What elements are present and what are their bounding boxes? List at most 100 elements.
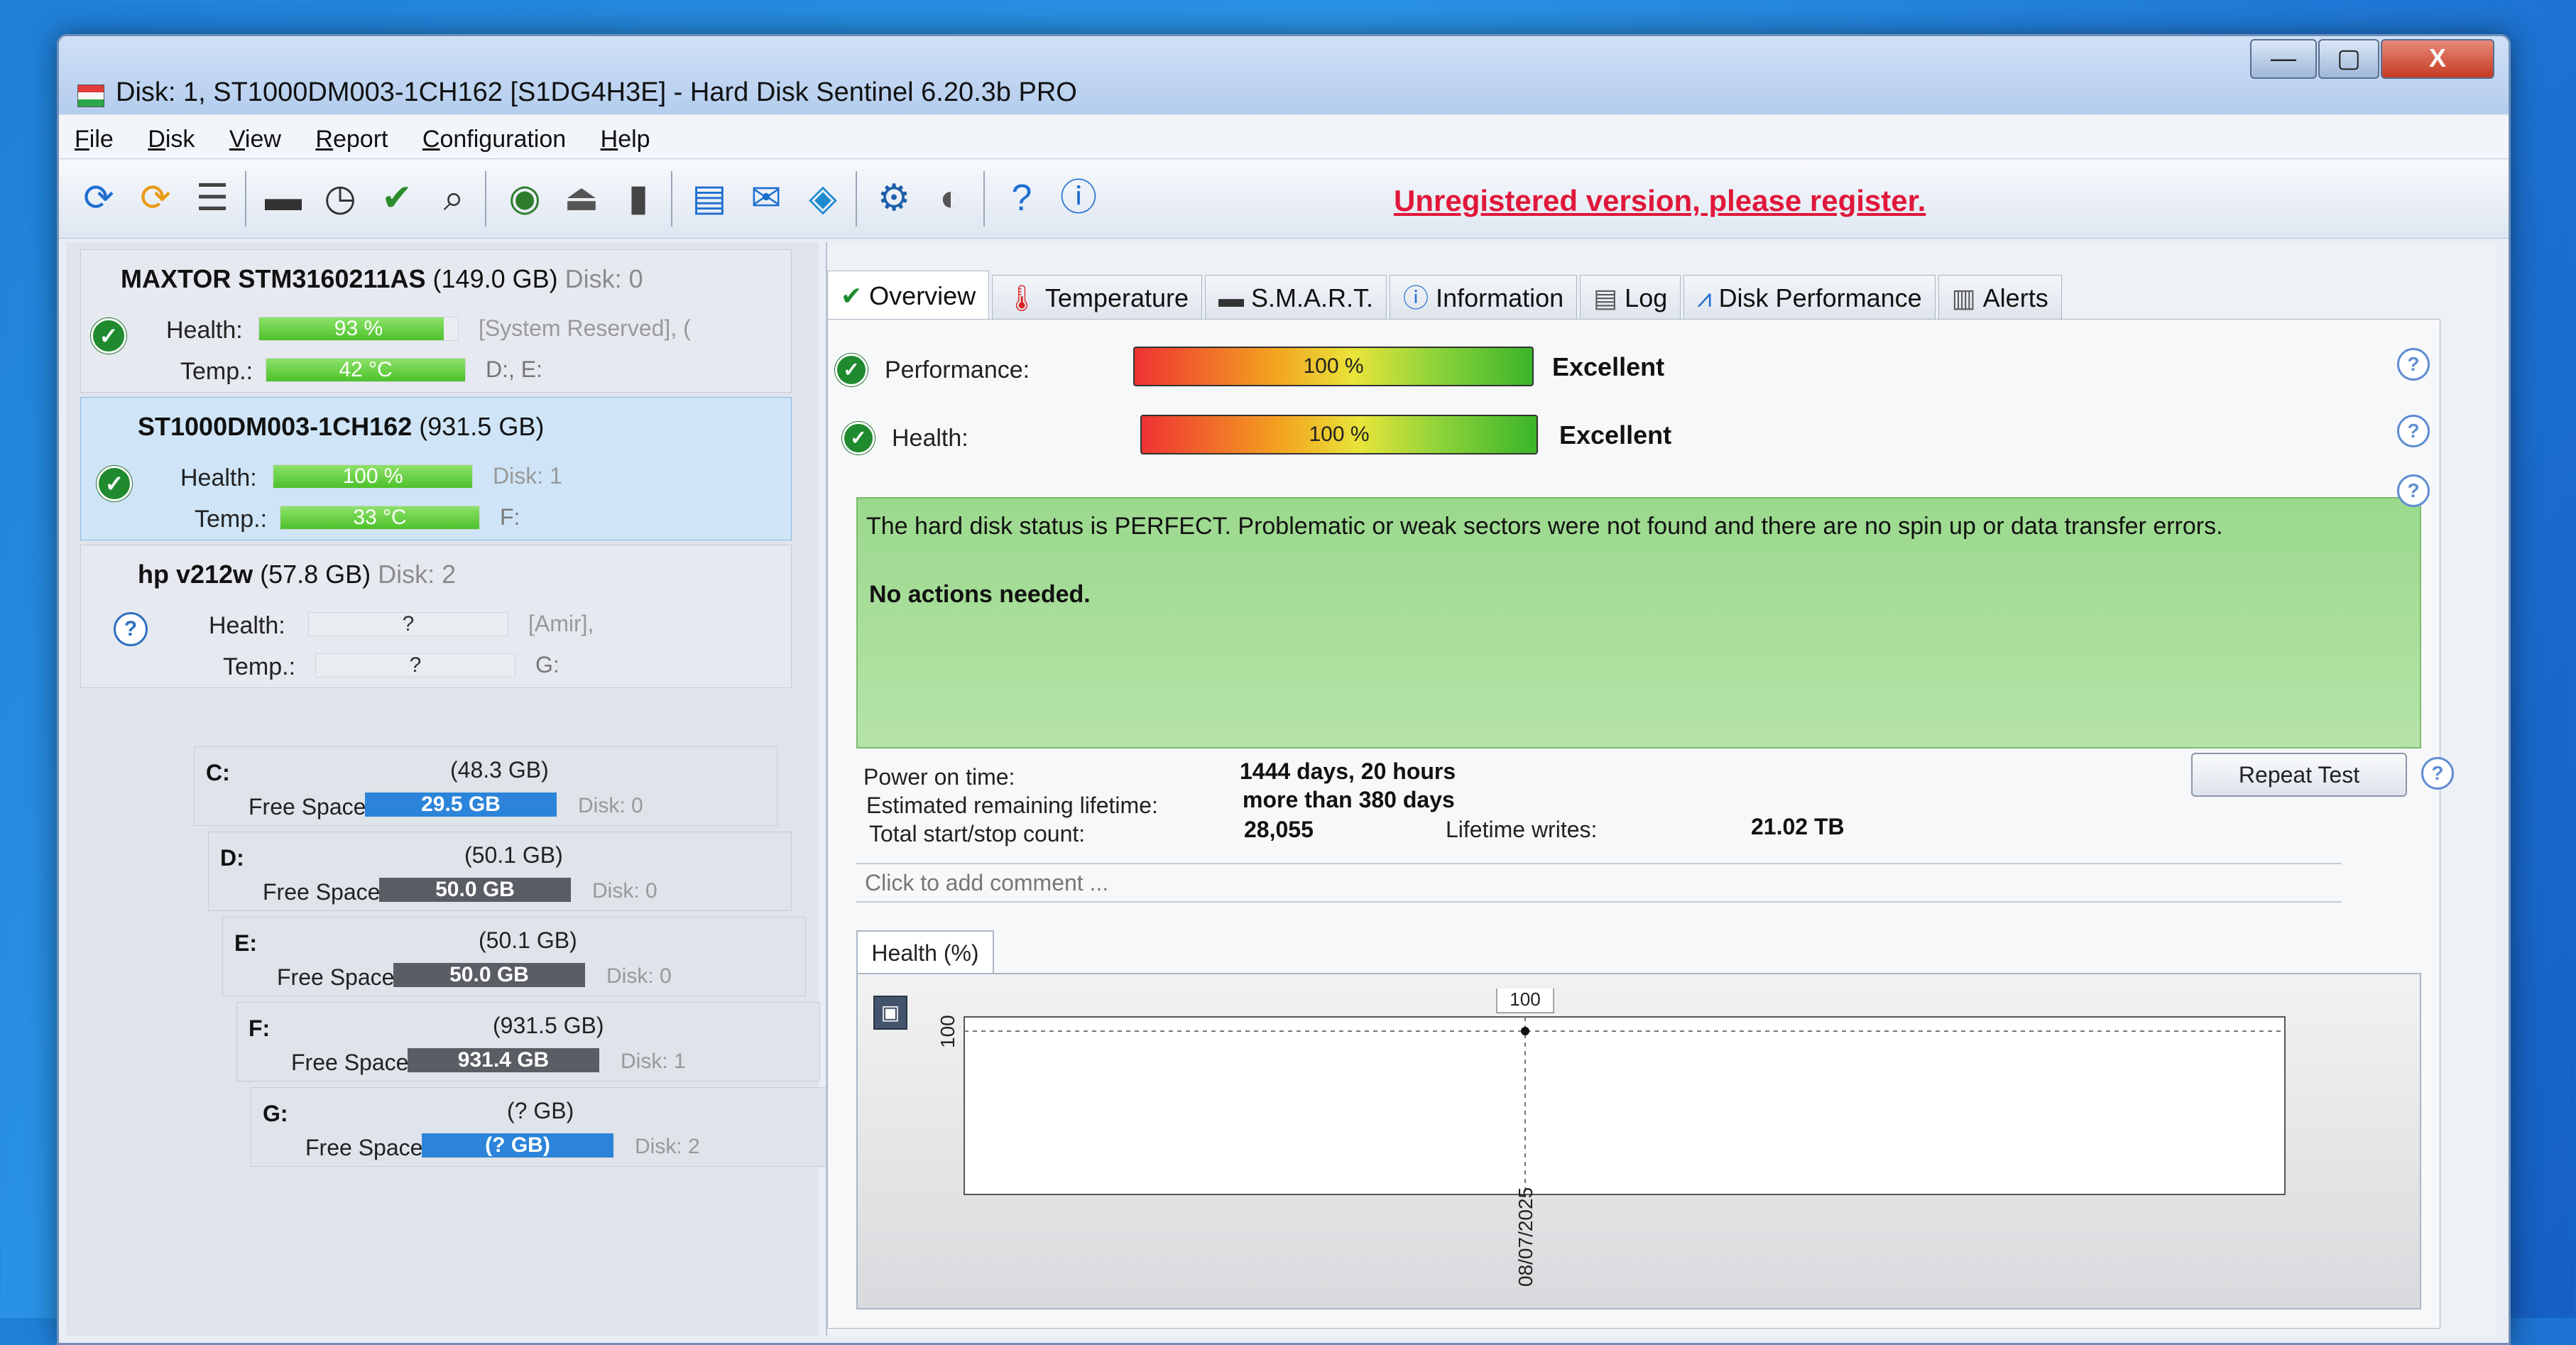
- menu-file[interactable]: File: [59, 116, 129, 153]
- disk-card-2[interactable]: hp v212w (57.8 GB) Disk: 2 ? Health: ? […: [80, 545, 792, 688]
- web-report-icon[interactable]: ◈: [797, 173, 848, 224]
- report-icon[interactable]: ▤: [684, 173, 735, 224]
- menu-report[interactable]: Report: [300, 116, 403, 153]
- tab-label: Temperature: [1044, 283, 1189, 312]
- temp-bar: ?: [315, 653, 515, 677]
- start-stop-value: 28,055: [1244, 817, 1314, 842]
- repeat-test-button[interactable]: Repeat Test: [2191, 753, 2407, 797]
- disk-check-icon[interactable]: ✔: [371, 173, 422, 224]
- health-rating: Excellent: [1559, 420, 1672, 450]
- disk-title: hp v212w (57.8 GB) Disk: 2: [138, 560, 456, 589]
- tab-temperature[interactable]: 🌡 Temperature: [992, 275, 1203, 321]
- comment-input[interactable]: Click to add comment ...: [856, 863, 2342, 903]
- free-space-label: Free Space: [263, 879, 381, 905]
- disk-surface-test-icon[interactable]: ▬: [258, 173, 309, 224]
- y-tick-label: 100: [937, 1015, 959, 1048]
- free-space-bar: 50.0 GB: [393, 963, 585, 987]
- menu-help[interactable]: Help: [585, 116, 666, 153]
- health-value: 100 %: [1309, 423, 1370, 446]
- temp-bar: 42 °C: [266, 358, 466, 382]
- volume-card-g[interactable]: G: (? GB) Free Space (? GB) Disk: 2: [251, 1087, 834, 1167]
- health-label: Health:: [892, 425, 968, 452]
- tab-smart[interactable]: ▬ S.M.A.R.T.: [1205, 275, 1387, 321]
- log-document-icon: ▤: [1593, 283, 1618, 312]
- volume-disk: Disk: 2: [635, 1135, 700, 1158]
- status-recommendation: No actions needed.: [869, 581, 1091, 608]
- volume-card-d[interactable]: D: (50.1 GB) Free Space 50.0 GB Disk: 0: [208, 832, 792, 911]
- temp-info: G:: [535, 652, 560, 677]
- sound-icon[interactable]: ◐: [925, 173, 976, 224]
- remaining-lifetime-value: more than 380 days: [1243, 787, 1455, 812]
- tab-disk-performance[interactable]: ⩘ Disk Performance: [1683, 275, 1936, 321]
- minimize-button[interactable]: —: [2250, 39, 2317, 79]
- tab-overview[interactable]: ✔ Overview: [827, 271, 990, 321]
- disk-list-icon[interactable]: ☰: [187, 173, 238, 224]
- volume-letter: G:: [263, 1101, 288, 1126]
- app-window: Disk: 1, ST1000DM003-1CH162 [S1DG4H3E] -…: [57, 34, 2511, 1345]
- health-info: Disk: 1: [493, 463, 562, 489]
- ok-check-icon: ✔: [841, 281, 863, 310]
- help-icon[interactable]: ?: [996, 173, 1047, 224]
- performance-label: Performance:: [885, 356, 1030, 383]
- settings-gear-icon[interactable]: ⚙: [868, 173, 919, 224]
- temp-value: ?: [409, 653, 422, 677]
- close-button[interactable]: X: [2381, 39, 2494, 79]
- chart-tab-health[interactable]: Health (%): [856, 930, 994, 974]
- disk-card-1[interactable]: ST1000DM003-1CH162 (931.5 GB) ✓ Health: …: [80, 397, 792, 540]
- health-label: Health:: [209, 612, 285, 639]
- free-space-bar: (? GB): [422, 1133, 613, 1158]
- temp-label: Temp.:: [223, 653, 296, 680]
- refresh-warning-icon[interactable]: ⟳: [130, 173, 181, 224]
- email-icon[interactable]: ✉: [741, 173, 792, 224]
- menu-configuration[interactable]: Configuration: [407, 116, 582, 153]
- help-icon[interactable]: ?: [2397, 415, 2430, 447]
- disk-schedule-icon[interactable]: ◷: [315, 173, 366, 224]
- title-bar[interactable]: Disk: 1, ST1000DM003-1CH162 [S1DG4H3E] -…: [59, 36, 2509, 114]
- free-space-bar: 29.5 GB: [365, 793, 557, 817]
- disk-card-0[interactable]: MAXTOR STM3160211AS (149.0 GB) Disk: 0 ✓…: [80, 249, 792, 393]
- volume-size: (931.5 GB): [493, 1013, 604, 1038]
- tab-alerts[interactable]: ▥ Alerts: [1938, 275, 2062, 321]
- volume-size: (48.3 GB): [450, 757, 549, 783]
- health-value: ?: [402, 612, 415, 636]
- menu-disk[interactable]: Disk: [132, 116, 210, 153]
- health-bar: 100 %: [273, 464, 473, 489]
- volume-card-f[interactable]: F: (931.5 GB) Free Space 931.4 GB Disk: …: [236, 1002, 820, 1082]
- details-panel: ✔ Overview 🌡 Temperature ▬ S.M.A.R.T. ⓘ Informa…: [826, 242, 2496, 1336]
- register-link[interactable]: Unregistered version, please register.: [1394, 184, 1926, 218]
- volume-size: (50.1 GB): [464, 842, 563, 868]
- refresh-icon[interactable]: ⟳: [73, 173, 124, 224]
- disk-size: (931.5 GB): [419, 412, 545, 441]
- disk-name: MAXTOR STM3160211AS: [121, 264, 426, 293]
- disk-list-panel: MAXTOR STM3160211AS (149.0 GB) Disk: 0 ✓…: [66, 242, 834, 1336]
- save-disk-icon[interactable]: ▣: [873, 996, 907, 1030]
- menu-bar: File Disk View Report Configuration Help: [59, 116, 2509, 159]
- volume-card-e[interactable]: E: (50.1 GB) Free Space 50.0 GB Disk: 0: [222, 917, 806, 996]
- help-icon[interactable]: ?: [2397, 474, 2430, 507]
- help-icon[interactable]: ?: [2397, 348, 2430, 381]
- volume-letter: C:: [206, 760, 230, 785]
- disk-label: Disk: 2: [378, 560, 457, 589]
- volume-card-c[interactable]: C: (48.3 GB) Free Space 29.5 GB Disk: 0: [194, 746, 777, 826]
- health-chart-area: ▣ 100 08/07/2025 100: [856, 973, 2421, 1309]
- health-label: Health:: [166, 317, 243, 344]
- ok-check-icon: ✓: [835, 354, 868, 386]
- maximize-button[interactable]: ▢: [2318, 39, 2379, 79]
- free-space-label: Free Space: [291, 1050, 409, 1075]
- tab-log[interactable]: ▤ Log: [1580, 275, 1681, 321]
- drive-icon: ▬: [1218, 283, 1245, 312]
- info-icon[interactable]: ⓘ: [1053, 173, 1104, 224]
- disk-search-icon[interactable]: ⌕: [428, 173, 479, 224]
- health-value: 93 %: [334, 317, 383, 340]
- health-bar: 93 %: [258, 317, 459, 341]
- eject-icon[interactable]: ⏏: [556, 173, 607, 224]
- tab-information[interactable]: ⓘ Information: [1390, 275, 1578, 321]
- usb-drive-icon[interactable]: ▮: [613, 173, 664, 224]
- menu-view[interactable]: View: [214, 116, 297, 153]
- toolbar-separator: [856, 171, 857, 227]
- network-disk-icon[interactable]: ◉: [499, 173, 550, 224]
- alerts-document-icon: ▥: [1951, 283, 1976, 312]
- help-icon[interactable]: ?: [2421, 757, 2454, 790]
- volume-size: (? GB): [507, 1098, 574, 1123]
- health-bar: ?: [308, 612, 508, 636]
